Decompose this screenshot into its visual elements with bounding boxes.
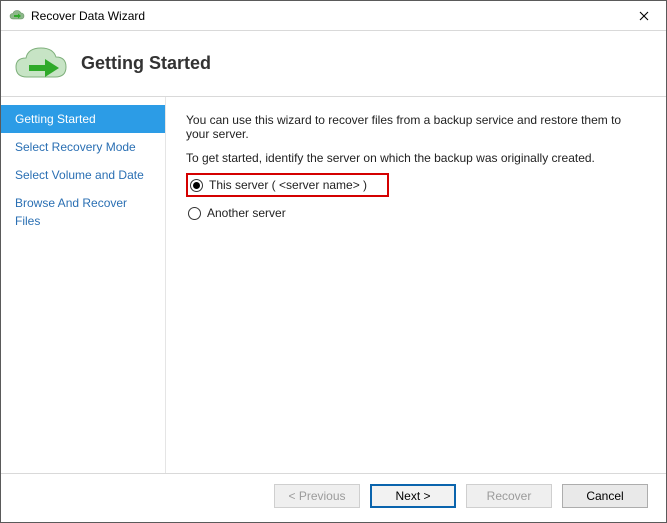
step-select-volume-and-date[interactable]: Select Volume and Date	[1, 161, 165, 189]
radio-label-this-server: This server ( <server name> )	[209, 178, 367, 192]
window-title: Recover Data Wizard	[31, 9, 145, 23]
wizard-steps-sidebar: Getting Started Select Recovery Mode Sel…	[1, 97, 166, 473]
step-browse-and-recover-files[interactable]: Browse And Recover Files	[1, 189, 165, 235]
cloud-recover-large-icon	[13, 43, 69, 85]
radio-option-this-server[interactable]: This server ( <server name> )	[186, 173, 389, 197]
cloud-recover-icon	[9, 8, 25, 24]
step-select-recovery-mode[interactable]: Select Recovery Mode	[1, 133, 165, 161]
intro-text: You can use this wizard to recover files…	[186, 113, 646, 141]
wizard-window: Recover Data Wizard Getting Started Gett…	[0, 0, 667, 523]
radio-option-another-server[interactable]: Another server	[186, 203, 646, 223]
instruction-text: To get started, identify the server on w…	[186, 151, 646, 165]
wizard-content: You can use this wizard to recover files…	[166, 97, 666, 473]
radio-icon	[188, 207, 201, 220]
titlebar: Recover Data Wizard	[1, 1, 666, 31]
radio-label-another-server: Another server	[207, 206, 286, 220]
recover-button: Recover	[466, 484, 552, 508]
titlebar-left: Recover Data Wizard	[9, 8, 145, 24]
radio-icon	[190, 179, 203, 192]
page-title: Getting Started	[81, 53, 211, 74]
wizard-body: Getting Started Select Recovery Mode Sel…	[1, 97, 666, 473]
close-button[interactable]	[621, 1, 666, 30]
wizard-header: Getting Started	[1, 31, 666, 97]
server-radio-group: This server ( <server name> ) Another se…	[186, 173, 646, 223]
close-icon	[639, 11, 649, 21]
next-button[interactable]: Next >	[370, 484, 456, 508]
step-getting-started[interactable]: Getting Started	[1, 105, 165, 133]
previous-button: < Previous	[274, 484, 360, 508]
wizard-footer: < Previous Next > Recover Cancel	[1, 473, 666, 522]
cancel-button[interactable]: Cancel	[562, 484, 648, 508]
